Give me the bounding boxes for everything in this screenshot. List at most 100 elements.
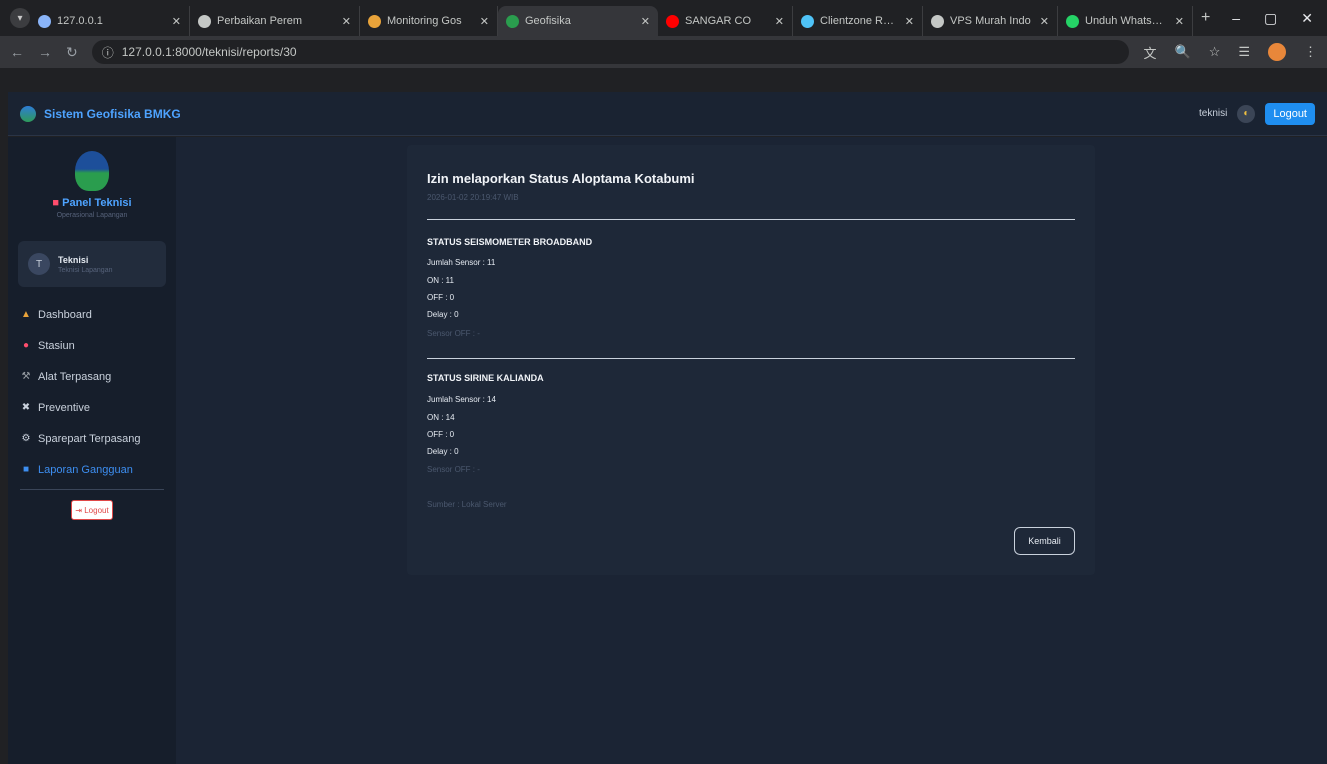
url-field[interactable]: ⓘ 127.0.0.1:8000/teknisi/reports/30	[91, 40, 1130, 64]
app-header: Sistem Geofisika BMKG teknisi ◐ Logout	[8, 92, 1327, 136]
browser-tab[interactable]: VPS Murah Indo ✕	[923, 6, 1058, 36]
tab-close-icon[interactable]: ✕	[172, 15, 181, 28]
sidebar-item-dashboard[interactable]: ▲ Dashboard	[8, 299, 176, 330]
sidebar: ■ Panel Teknisi Operasional Lapangan T T…	[8, 137, 176, 764]
sensor-off: OFF : 0	[427, 430, 455, 439]
tab-label: VPS Murah Indo	[950, 15, 1031, 27]
sidebar-item-label: Sparepart Terpasang	[38, 432, 141, 445]
sensor-delay: Delay : 0	[427, 447, 459, 456]
sensor-on: ON : 11	[427, 276, 454, 285]
browser-tab[interactable]: SANGAR CO ✕	[658, 6, 793, 36]
briefcase-icon: ■	[52, 197, 60, 209]
gear-icon: ⚙	[21, 433, 31, 444]
divider	[427, 358, 1075, 359]
bmkg-logo	[75, 151, 109, 191]
tab-label: 127.0.0.1	[57, 15, 103, 27]
tab-close-icon[interactable]: ✕	[480, 15, 489, 28]
sidebar-item-label: Alat Terpasang	[38, 370, 112, 383]
header-username: teknisi	[1198, 108, 1228, 119]
tab-label: Clientzone Rumah	[820, 15, 899, 27]
sidebar-item-label: Preventive	[38, 401, 90, 414]
header-logout-button[interactable]: Logout	[1265, 102, 1315, 125]
translate-icon[interactable]: 文	[1143, 43, 1156, 62]
sidebar-item-label: Stasiun	[38, 339, 75, 352]
divider	[427, 219, 1075, 220]
section-title: STATUS SIRINE KALIANDA	[427, 373, 544, 383]
sensor-delay: Delay : 0	[427, 310, 459, 319]
tab-favicon-icon	[198, 14, 211, 28]
maximize-icon[interactable]: ▢	[1264, 10, 1277, 27]
brand-logo	[20, 105, 36, 122]
tab-close-icon[interactable]: ✕	[1175, 15, 1184, 28]
browser-tab[interactable]: Clientzone Rumah ✕	[793, 6, 923, 36]
brand-name[interactable]: Sistem Geofisika BMKG	[44, 107, 181, 121]
tab-close-icon[interactable]: ✕	[641, 15, 650, 28]
section-title: STATUS SEISMOMETER BROADBAND	[427, 237, 593, 247]
browser-menu-icon[interactable]: ⋮	[1304, 44, 1317, 60]
sensor-total: Jumlah Sensor : 14	[427, 395, 496, 404]
tab-favicon-icon	[666, 14, 679, 28]
tab-favicon-icon	[38, 14, 51, 28]
browser-tab[interactable]: Monitoring Gos ✕	[360, 6, 498, 36]
reload-icon[interactable]: ↻	[66, 44, 78, 61]
forward-arrow-icon[interactable]: →	[38, 44, 52, 60]
sidebar-item-preventive[interactable]: ✖ Preventive	[8, 392, 176, 423]
panel-title: ■ Panel Teknisi	[8, 197, 176, 209]
tab-close-icon[interactable]: ✕	[342, 15, 351, 28]
browser-tab[interactable]: Geofisika ✕	[498, 6, 658, 36]
minimize-icon[interactable]: –	[1232, 10, 1240, 27]
sidebar-logout-button[interactable]: ⇥ Logout	[71, 500, 113, 520]
back-arrow-icon[interactable]: ←	[10, 44, 24, 60]
panel-title-text: Panel Teknisi	[62, 197, 132, 209]
tab-label: SANGAR CO	[685, 15, 752, 27]
tab-favicon-icon	[1066, 14, 1079, 28]
browser-tab[interactable]: 127.0.0.1 ✕	[30, 6, 190, 36]
sidebar-item-label: Laporan Gangguan	[38, 463, 133, 476]
browser-tabbar: ▾ 127.0.0.1 ✕ Perbaikan Perem ✕ Monitoring G…	[0, 0, 1327, 36]
report-title: Izin melaporkan Status Aloptama Kotabumi	[427, 171, 695, 186]
report-card: Izin melaporkan Status Aloptama Kotabumi…	[407, 145, 1095, 575]
tab-label: Geofisika	[525, 15, 571, 27]
back-button[interactable]: Kembali	[1014, 527, 1075, 555]
reading-list-icon[interactable]: ☰	[1238, 44, 1250, 60]
viewport-top-strip	[0, 68, 1327, 92]
tab-search-icon[interactable]: ▾	[10, 8, 30, 28]
pin-icon: ●	[22, 340, 30, 351]
browser-tab[interactable]: Perbaikan Perem ✕	[190, 6, 360, 36]
report-source: Sumber : Lokal Server	[427, 500, 507, 509]
profile-avatar[interactable]	[1268, 43, 1286, 61]
panel-subtitle: Operasional Lapangan	[56, 212, 128, 219]
sensor-off: OFF : 0	[427, 293, 455, 302]
sidebar-divider	[20, 489, 164, 490]
bookmark-star-icon[interactable]: ☆	[1209, 44, 1221, 60]
report-icon: ■	[22, 464, 30, 475]
window-controls: – ▢ ✕	[1232, 10, 1327, 27]
sidebar-item-laporan-gangguan[interactable]: ■ Laporan Gangguan	[8, 454, 176, 485]
tab-close-icon[interactable]: ✕	[775, 15, 784, 28]
tool-icon: ⚒	[21, 371, 31, 382]
sidebar-item-label: Dashboard	[38, 308, 92, 321]
site-info-icon[interactable]: ⓘ	[102, 44, 114, 61]
zoom-icon[interactable]: 🔍	[1175, 44, 1191, 60]
theme-toggle-icon[interactable]: ◐	[1237, 104, 1256, 123]
tab-favicon-icon	[931, 14, 944, 28]
tab-favicon-icon	[506, 14, 519, 28]
address-bar: ← → ↻ ⓘ 127.0.0.1:8000/teknisi/reports/3…	[0, 36, 1327, 68]
close-window-icon[interactable]: ✕	[1301, 10, 1313, 27]
sensor-total: Jumlah Sensor : 11	[427, 258, 496, 267]
new-tab-button[interactable]: +	[1201, 9, 1210, 27]
sidebar-item-alat-terpasang[interactable]: ⚒ Alat Terpasang	[8, 361, 176, 392]
tab-close-icon[interactable]: ✕	[905, 15, 914, 28]
sidebar-item-stasiun[interactable]: ● Stasiun	[8, 330, 176, 361]
wrench-icon: ✖	[21, 402, 31, 413]
browser-tab[interactable]: Unduh WhatsApp ✕	[1058, 6, 1193, 36]
tab-label: Perbaikan Perem	[217, 15, 302, 27]
user-name: Teknisi	[58, 254, 89, 265]
tab-favicon-icon	[368, 14, 381, 28]
report-date: 2026-01-02 20:19:47 WIB	[427, 193, 519, 202]
sidebar-menu: ▲ Dashboard ● Stasiun ⚒ Alat Terpasang ✖ Preven…	[8, 299, 176, 485]
sidebar-item-sparepart-terpasang[interactable]: ⚙ Sparepart Terpasang	[8, 423, 176, 454]
user-card: T Teknisi Teknisi Lapangan	[18, 241, 166, 287]
avatar: T	[28, 253, 50, 275]
tab-close-icon[interactable]: ✕	[1040, 15, 1049, 28]
